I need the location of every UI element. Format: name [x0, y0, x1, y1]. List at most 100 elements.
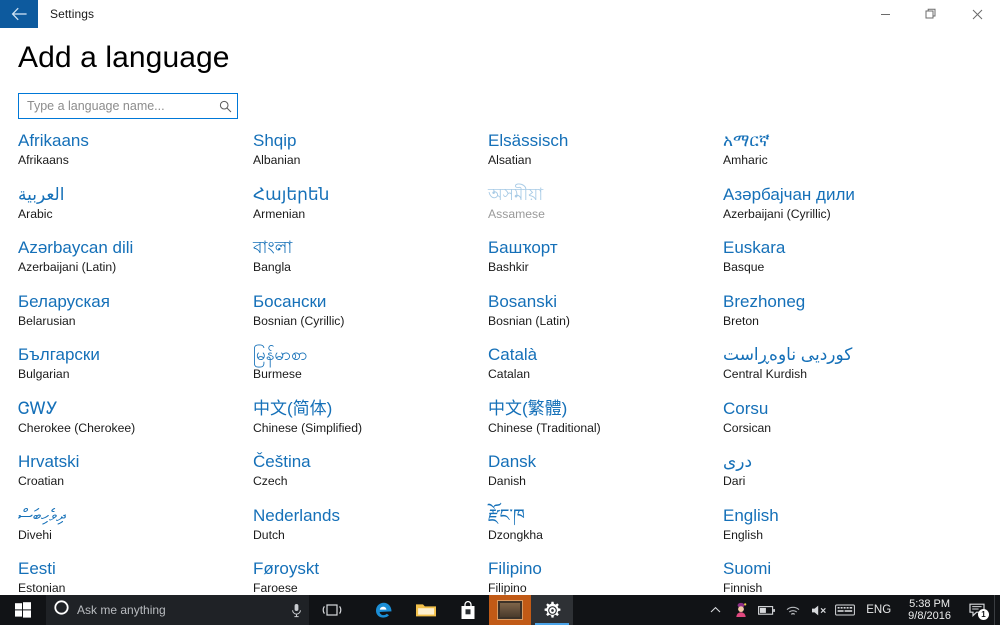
clock-time: 5:38 PM	[909, 598, 950, 610]
language-item[interactable]: অসমীয়াAssamese	[488, 184, 723, 238]
language-english-name: Burmese	[253, 365, 478, 383]
language-item[interactable]: AfrikaansAfrikaans	[18, 130, 253, 184]
speaker-muted-icon[interactable]	[806, 595, 832, 625]
language-item[interactable]: ČeštinaCzech	[253, 451, 488, 505]
language-native-name: རྫོང་ཁ	[488, 505, 713, 527]
language-item[interactable]: HrvatskiCroatian	[18, 451, 253, 505]
language-english-name: Albanian	[253, 151, 478, 169]
language-item[interactable]: རྫོང་ཁDzongkha	[488, 505, 723, 559]
taskbar-item-microsoft-edge[interactable]	[363, 595, 405, 625]
language-item[interactable]: БосанскиBosnian (Cyrillic)	[253, 291, 488, 345]
language-english-name: Assamese	[488, 205, 713, 223]
language-english-name: Dari	[723, 472, 948, 490]
language-item[interactable]: EnglishEnglish	[723, 505, 958, 559]
restore-button[interactable]	[908, 0, 954, 28]
language-native-name: Føroyskt	[253, 558, 478, 580]
language-native-name: Eesti	[18, 558, 243, 580]
language-item[interactable]: EestiEstonian	[18, 558, 253, 595]
microphone-icon[interactable]	[283, 603, 309, 618]
language-item[interactable]: БашҡортBashkir	[488, 237, 723, 291]
language-item[interactable]: العربيةArabic	[18, 184, 253, 238]
language-item[interactable]: EuskaraBasque	[723, 237, 958, 291]
language-item[interactable]: አማርኛAmharic	[723, 130, 958, 184]
language-native-name: ދިވެހިބަސް	[18, 505, 243, 527]
taskbar-item-file-explorer[interactable]	[405, 595, 447, 625]
back-button[interactable]	[0, 0, 38, 28]
language-item[interactable]: FilipinoFilipino	[488, 558, 723, 595]
language-english-name: Belarusian	[18, 312, 243, 330]
window-controls	[862, 0, 1000, 28]
language-item[interactable]: ދިވެހިބަސްDivehi	[18, 505, 253, 559]
task-view-button[interactable]	[309, 595, 355, 625]
language-item[interactable]: FøroysktFaroese	[253, 558, 488, 595]
language-english-name: Danish	[488, 472, 713, 490]
language-native-name: Suomi	[723, 558, 948, 580]
language-native-name: Euskara	[723, 237, 948, 259]
language-english-name: Bosnian (Cyrillic)	[253, 312, 478, 330]
language-item[interactable]: ShqipAlbanian	[253, 130, 488, 184]
language-english-name: Divehi	[18, 526, 243, 544]
folder-icon	[415, 601, 437, 619]
gear-icon	[543, 601, 562, 620]
language-item[interactable]: SuomiFinnish	[723, 558, 958, 595]
show-desktop-button[interactable]	[994, 595, 1000, 625]
language-english-name: Bulgarian	[18, 365, 243, 383]
language-english-name: Central Kurdish	[723, 365, 948, 383]
action-center-button[interactable]: 1	[960, 595, 994, 625]
input-language-indicator[interactable]: ENG	[858, 595, 899, 625]
minimize-button[interactable]	[862, 0, 908, 28]
language-item[interactable]: 中文(简体)Chinese (Simplified)	[253, 398, 488, 452]
language-item[interactable]: NederlandsDutch	[253, 505, 488, 559]
language-item[interactable]: DanskDanish	[488, 451, 723, 505]
language-native-name: ᏣᎳᎩ	[18, 398, 243, 420]
window-titlebar: Settings	[0, 0, 1000, 28]
character-icon[interactable]	[728, 595, 754, 625]
language-item[interactable]: BrezhonegBreton	[723, 291, 958, 345]
language-item[interactable]: درىDari	[723, 451, 958, 505]
language-item[interactable]: বাংলাBangla	[253, 237, 488, 291]
battery-icon[interactable]	[754, 595, 780, 625]
language-item[interactable]: ՀայերենArmenian	[253, 184, 488, 238]
chevron-up-icon[interactable]	[702, 595, 728, 625]
language-english-name: Alsatian	[488, 151, 713, 169]
language-item[interactable]: CorsuCorsican	[723, 398, 958, 452]
clock[interactable]: 5:38 PM 9/8/2016	[899, 595, 960, 625]
language-native-name: Elsässisch	[488, 130, 713, 152]
store-bag-icon	[459, 601, 477, 620]
keyboard-icon[interactable]	[832, 595, 858, 625]
window-title: Settings	[38, 0, 94, 28]
language-english-name: Corsican	[723, 419, 948, 437]
language-native-name: Filipino	[488, 558, 713, 580]
language-native-name: Corsu	[723, 398, 948, 420]
close-button[interactable]	[954, 0, 1000, 28]
task-view-icon	[322, 603, 342, 617]
language-item[interactable]: کوردیی ناوەڕاستCentral Kurdish	[723, 344, 958, 398]
taskbar-item-settings[interactable]	[531, 595, 573, 625]
language-english-name: Croatian	[18, 472, 243, 490]
language-item[interactable]: မြန်မာစာBurmese	[253, 344, 488, 398]
taskbar-item-microsoft-store[interactable]	[447, 595, 489, 625]
language-item[interactable]: CatalàCatalan	[488, 344, 723, 398]
language-english-name: Estonian	[18, 579, 243, 595]
language-english-name: Bangla	[253, 258, 478, 276]
language-item[interactable]: Азәрбајчан дилиAzerbaijani (Cyrillic)	[723, 184, 958, 238]
start-button[interactable]	[0, 595, 46, 625]
settings-window: Settings Add a language	[0, 0, 1000, 625]
language-item[interactable]: Azərbaycan diliAzerbaijani (Latin)	[18, 237, 253, 291]
language-list[interactable]: AfrikaansAfrikaansShqipAlbanianElsässisc…	[18, 130, 984, 595]
language-item[interactable]: 中文(繁體)Chinese (Traditional)	[488, 398, 723, 452]
wifi-icon[interactable]	[780, 595, 806, 625]
cortana-search-box[interactable]: Ask me anything	[46, 595, 309, 625]
language-native-name: Беларуская	[18, 291, 243, 313]
search-input[interactable]	[19, 94, 213, 118]
taskbar-item-media-app[interactable]	[489, 595, 531, 625]
language-item[interactable]: ElsässischAlsatian	[488, 130, 723, 184]
search-icon[interactable]	[213, 100, 237, 113]
language-native-name: አማርኛ	[723, 130, 948, 152]
language-item[interactable]: BosanskiBosnian (Latin)	[488, 291, 723, 345]
language-native-name: Башҡорт	[488, 237, 713, 259]
language-item[interactable]: БеларускаяBelarusian	[18, 291, 253, 345]
language-item[interactable]: БългарскиBulgarian	[18, 344, 253, 398]
language-search-box[interactable]	[18, 93, 238, 119]
language-item[interactable]: ᏣᎳᎩCherokee (Cherokee)	[18, 398, 253, 452]
